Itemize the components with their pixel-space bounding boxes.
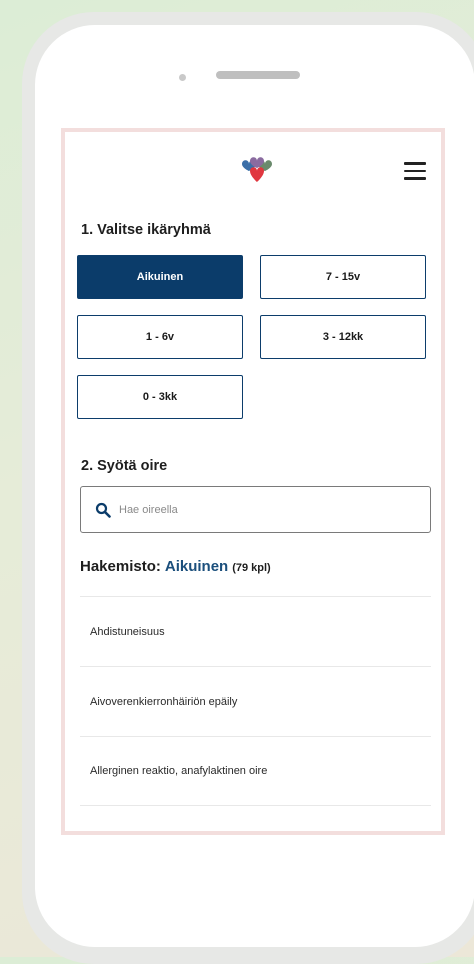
- list-item[interactable]: Aivoverenkierronhäiriön epäily: [80, 666, 431, 736]
- age-button-0-3kk[interactable]: 0 - 3kk: [77, 375, 243, 419]
- hamburger-menu-icon[interactable]: [404, 162, 426, 180]
- list-item[interactable]: Ahdistuneisuus: [80, 596, 431, 666]
- directory-label: Hakemisto:: [80, 558, 161, 575]
- step1-title: 1. Valitse ikäryhmä: [81, 222, 211, 238]
- speaker-bar: [216, 71, 300, 79]
- age-button-3-12kk[interactable]: 3 - 12kk: [260, 315, 426, 359]
- symptom-list: Ahdistuneisuus Aivoverenkierronhäiriön e…: [80, 596, 431, 806]
- search-field[interactable]: [80, 486, 431, 533]
- age-button-aikuinen[interactable]: Aikuinen: [77, 255, 243, 299]
- search-input[interactable]: [119, 503, 399, 516]
- directory-age-group: Aikuinen: [164, 558, 229, 575]
- age-button-7-15v[interactable]: 7 - 15v: [260, 255, 426, 299]
- list-item[interactable]: Allerginen reaktio, anafylaktinen oire: [80, 736, 431, 806]
- directory-count: (79 kpl): [232, 562, 271, 574]
- hearts-logo-icon[interactable]: [241, 154, 273, 184]
- app-screen: 1. Valitse ikäryhmä Aikuinen 7 - 15v 1 -…: [61, 128, 445, 835]
- search-icon: [95, 502, 111, 518]
- directory-heading: Hakemisto: Aikuinen (79 kpl): [80, 558, 271, 575]
- step2-title: 2. Syötä oire: [81, 458, 168, 474]
- camera-dot: [179, 74, 186, 81]
- age-button-1-6v[interactable]: 1 - 6v: [77, 315, 243, 359]
